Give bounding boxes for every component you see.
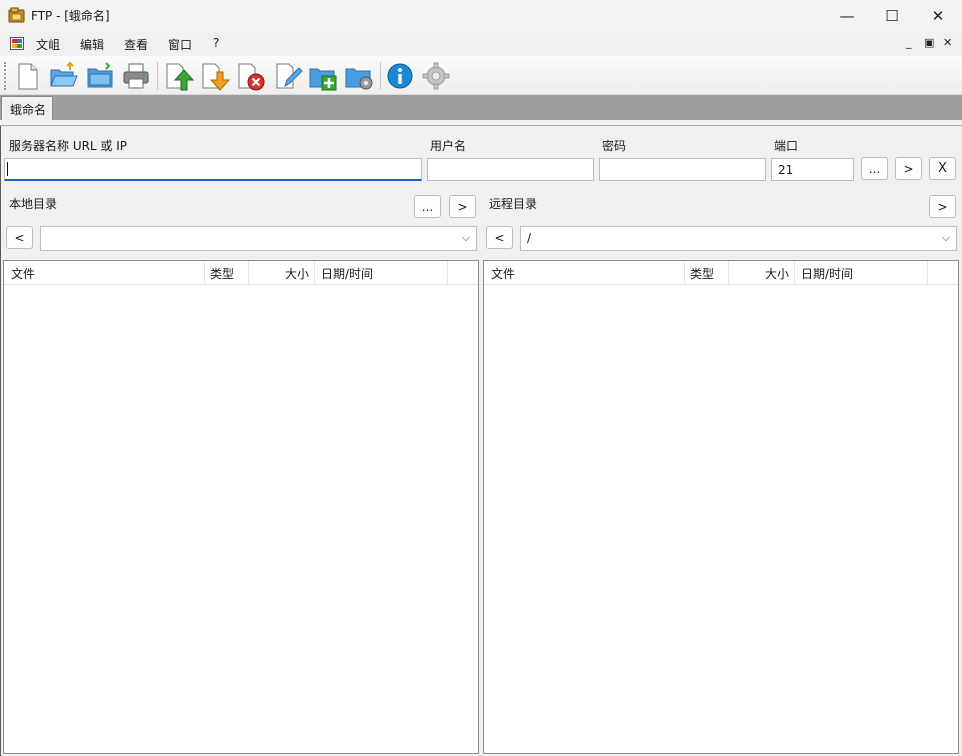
- rename-icon[interactable]: [271, 60, 303, 92]
- remote-col-datetime[interactable]: 日期/时间: [795, 261, 928, 285]
- maximize-button[interactable]: ☐: [869, 0, 915, 31]
- print-icon[interactable]: [120, 60, 152, 92]
- mdi-minimize-button[interactable]: _: [906, 36, 912, 49]
- remote-back-button[interactable]: <: [486, 226, 513, 249]
- mdi-restore-button[interactable]: ▣: [924, 36, 934, 49]
- username-input[interactable]: [427, 158, 594, 181]
- local-browse-button[interactable]: ...: [414, 195, 441, 218]
- toolbar-separator: [380, 62, 381, 90]
- chevron-down-icon[interactable]: ⌵: [462, 231, 470, 245]
- port-label: 端口: [774, 139, 799, 153]
- password-input[interactable]: [599, 158, 766, 181]
- connect-button[interactable]: >: [895, 157, 922, 180]
- local-path-combo[interactable]: ⌵: [40, 226, 477, 251]
- document-tab-strip: [0, 95, 962, 120]
- local-col-datetime[interactable]: 日期/时间: [315, 261, 448, 285]
- folder-settings-icon[interactable]: [343, 60, 375, 92]
- local-col-size[interactable]: 大小: [249, 261, 315, 285]
- download-icon[interactable]: [199, 60, 231, 92]
- password-label: 密码: [602, 139, 627, 153]
- port-input[interactable]: 21: [771, 158, 854, 181]
- local-go-button[interactable]: >: [449, 195, 476, 218]
- ftp-app-icon: [8, 7, 25, 23]
- minimize-button[interactable]: —: [824, 0, 870, 31]
- settings-gear-icon[interactable]: [420, 60, 452, 92]
- username-label: 用户名: [430, 139, 467, 153]
- local-back-button[interactable]: <: [6, 226, 33, 249]
- local-dir-label: 本地目录: [9, 197, 58, 211]
- info-icon[interactable]: [384, 60, 416, 92]
- menu-edit[interactable]: 编辑: [78, 35, 106, 54]
- server-input[interactable]: [4, 158, 422, 181]
- toolbar-grip[interactable]: [4, 62, 6, 90]
- remote-go-button[interactable]: >: [929, 195, 956, 218]
- remote-col-type[interactable]: 类型: [685, 261, 729, 285]
- menu-help[interactable]: ?: [211, 35, 221, 51]
- server-browse-button[interactable]: ...: [861, 157, 888, 180]
- toolbar-separator: [157, 62, 158, 90]
- remote-list-header: 文件 类型 大小 日期/时间: [484, 261, 958, 285]
- local-col-file[interactable]: 文件: [4, 261, 205, 285]
- new-document-icon[interactable]: [11, 60, 43, 92]
- chevron-down-icon[interactable]: ⌵: [942, 231, 950, 245]
- menu-view[interactable]: 查看: [122, 35, 150, 54]
- new-folder-icon[interactable]: [307, 60, 339, 92]
- document-window-icon[interactable]: [10, 37, 24, 50]
- server-label: 服务器名称 URL 或 IP: [9, 139, 128, 153]
- save-icon[interactable]: [84, 60, 116, 92]
- remote-col-size[interactable]: 大小: [729, 261, 795, 285]
- tab-unnamed[interactable]: 蛾命名: [1, 96, 53, 120]
- window-title: FTP - [蛾命名]: [31, 9, 110, 23]
- mdi-close-button[interactable]: ✕: [943, 36, 952, 49]
- remote-file-list[interactable]: 文件 类型 大小 日期/时间: [483, 260, 959, 754]
- local-col-type[interactable]: 类型: [205, 261, 249, 285]
- delete-icon[interactable]: [235, 60, 267, 92]
- open-folder-icon[interactable]: [47, 60, 79, 92]
- menu-file[interactable]: 文岨: [34, 35, 62, 54]
- remote-dir-label: 远程目录: [489, 197, 538, 211]
- remote-col-file[interactable]: 文件: [484, 261, 685, 285]
- menu-window[interactable]: 窗口: [166, 35, 194, 54]
- remote-path-combo[interactable]: / ⌵: [520, 226, 957, 251]
- upload-icon[interactable]: [163, 60, 195, 92]
- local-list-header: 文件 类型 大小 日期/时间: [4, 261, 478, 285]
- local-file-list[interactable]: 文件 类型 大小 日期/时间: [3, 260, 479, 754]
- text-cursor: [7, 162, 8, 176]
- disconnect-button[interactable]: X: [929, 157, 956, 180]
- remote-path-value: /: [527, 231, 532, 245]
- title-bar: [0, 0, 962, 31]
- close-button[interactable]: ✕: [915, 0, 961, 31]
